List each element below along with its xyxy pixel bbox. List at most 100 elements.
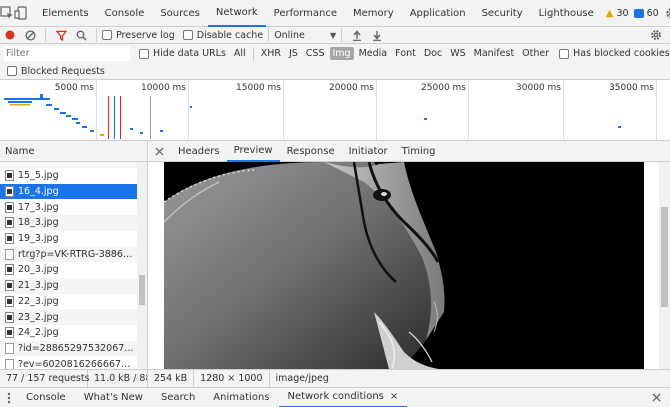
blocked-requests-checkbox[interactable]: Blocked Requests (7, 66, 105, 77)
filter-type-manifest[interactable]: Manifest (471, 47, 518, 60)
filter-type-img[interactable]: Img (329, 47, 354, 60)
scrollbar-thumb[interactable] (139, 275, 145, 305)
export-har-icon[interactable] (367, 27, 387, 44)
checkbox-box[interactable] (102, 30, 112, 40)
filter-type-xhr[interactable]: XHR (258, 47, 284, 60)
preserve-log-checkbox[interactable]: Preserve log (102, 30, 175, 41)
image-size: 254 kB (148, 369, 195, 388)
tab-application[interactable]: Application (402, 0, 474, 27)
disable-cache-checkbox[interactable]: Disable cache (182, 30, 263, 41)
throttling-select[interactable]: Online ▼ (274, 30, 336, 41)
blocked-requests-label: Blocked Requests (21, 65, 105, 77)
request-list-scrollbar[interactable] (137, 162, 147, 369)
list-item[interactable]: 18_3.jpg (0, 215, 147, 231)
request-count: 77 / 157 requests (0, 369, 90, 388)
timeline-bars (4, 94, 621, 139)
list-item[interactable]: 20_3.jpg (0, 262, 147, 278)
preview-scrollbar[interactable] (659, 162, 670, 369)
filter-input[interactable] (4, 46, 130, 61)
filter-icon[interactable] (51, 27, 71, 44)
request-detail-tabs: Headers Preview Response Initiator Timing (149, 141, 670, 162)
device-toolbar-icon[interactable] (14, 0, 28, 27)
list-item[interactable]: 24_2.jpg (0, 325, 147, 341)
record-icon[interactable] (0, 27, 20, 44)
tab-sources[interactable]: Sources (152, 0, 208, 27)
filter-type-doc[interactable]: Doc (421, 47, 445, 60)
settings-gear-icon[interactable] (665, 0, 670, 27)
tab-performance[interactable]: Performance (266, 0, 345, 27)
drawer-tab-console[interactable]: Console (17, 388, 75, 407)
list-item[interactable]: 19_3.jpg (0, 231, 147, 247)
search-icon[interactable] (71, 27, 91, 44)
tab-security[interactable]: Security (474, 0, 531, 27)
list-item[interactable]: 15_5.jpg (0, 168, 147, 184)
filter-type-css[interactable]: CSS (303, 47, 328, 60)
tab-lighthouse[interactable]: Lighthouse (531, 0, 602, 27)
checkbox-box[interactable] (139, 48, 149, 59)
list-item[interactable]: 23_2.jpg (0, 309, 147, 325)
filter-type-media[interactable]: Media (356, 47, 391, 60)
list-item[interactable]: 21_3.jpg (0, 277, 147, 294)
image-file-icon (5, 233, 14, 245)
list-item[interactable]: 16_4.jpg (0, 183, 147, 200)
image-file-icon (5, 217, 14, 229)
checkbox-box[interactable] (182, 30, 193, 40)
list-item[interactable]: ?id=288652975320679&ev=P... (0, 340, 147, 357)
network-settings-gear-icon[interactable] (646, 27, 666, 44)
tab-headers[interactable]: Headers (171, 141, 227, 162)
close-detail-icon[interactable] (149, 141, 171, 162)
request-list: Name 15_5.jpg 16_4.jpg 17_3.jpg 18_3.jpg 19_… (0, 141, 148, 369)
drawer-tab-network-conditions[interactable]: Network conditions × (278, 388, 408, 407)
list-item[interactable]: 22_3.jpg (0, 294, 147, 310)
list-item[interactable]: ?ev=6020816266667&dl=http... (0, 356, 147, 369)
import-har-icon[interactable] (347, 27, 367, 44)
tab-console[interactable]: Console (97, 0, 153, 27)
tab-initiator[interactable]: Initiator (342, 141, 395, 162)
drawer-tab-label: Animations (213, 392, 270, 403)
devtools-tab-bar: Elements Console Sources Network Performance… (0, 0, 670, 27)
close-tab-icon[interactable]: × (390, 391, 398, 402)
clear-icon[interactable] (20, 27, 40, 44)
horse-preview-image (164, 162, 644, 369)
filter-type-js[interactable]: JS (286, 47, 301, 60)
filter-type-all[interactable]: All (231, 47, 249, 60)
drawer-tab-search[interactable]: Search (152, 388, 204, 407)
drawer-tab-animations[interactable]: Animations (204, 388, 278, 407)
dropdown-arrow-icon: ▼ (330, 30, 337, 40)
drawer-menu-icon[interactable] (0, 388, 17, 407)
drawer-tab-label: Network conditions (287, 391, 384, 402)
tab-memory[interactable]: Memory (345, 0, 402, 27)
tab-network[interactable]: Network (207, 0, 266, 27)
list-item-name: 16_4.jpg (18, 186, 59, 198)
scrollbar-thumb[interactable] (661, 207, 668, 307)
name-column-header[interactable]: Name (0, 141, 147, 162)
checkbox-box[interactable] (7, 66, 17, 76)
network-overview-timeline[interactable]: 5000 ms 10000 ms 15000 ms 20000 ms 25000… (0, 80, 670, 141)
document-icon (5, 342, 14, 354)
has-blocked-cookies-checkbox[interactable]: Has blocked cookies (559, 48, 670, 59)
tab-timing[interactable]: Timing (395, 141, 443, 162)
filter-type-other[interactable]: Other (519, 47, 552, 60)
tab-preview[interactable]: Preview (226, 141, 280, 162)
status-bar: 77 / 157 requests 11.0 kB / 88.5 254 kB … (0, 369, 670, 388)
list-item-name: ?ev=6020816266667&dl=http... (18, 358, 136, 369)
inspect-element-icon[interactable] (0, 0, 14, 27)
image-file-icon (5, 311, 14, 323)
separator (268, 28, 270, 42)
issue-badges[interactable]: ▲ 30 60 (606, 8, 659, 19)
list-item[interactable]: rtrg?p=VK-RTRG-388683-1FB... (0, 246, 147, 263)
filter-type-ws[interactable]: WS (447, 47, 468, 60)
filter-type-font[interactable]: Font (392, 47, 419, 60)
transferred-size: 11.0 kB / 88.5 (88, 369, 148, 388)
detail-tab-list: Headers Preview Response Initiator Timing (171, 141, 442, 162)
checkbox-box[interactable] (559, 48, 570, 59)
tab-elements[interactable]: Elements (34, 0, 97, 27)
hide-data-urls-label: Hide data URLs (153, 48, 226, 59)
list-item-name: 20_3.jpg (18, 264, 59, 276)
drawer-tab-what-s-new[interactable]: What's New (75, 388, 152, 407)
hide-data-urls-checkbox[interactable]: Hide data URLs (139, 48, 226, 59)
tab-response[interactable]: Response (280, 141, 342, 162)
list-item-name: 18_3.jpg (18, 217, 59, 229)
list-item[interactable]: 17_3.jpg (0, 199, 147, 215)
close-drawer-icon[interactable] (643, 388, 670, 407)
